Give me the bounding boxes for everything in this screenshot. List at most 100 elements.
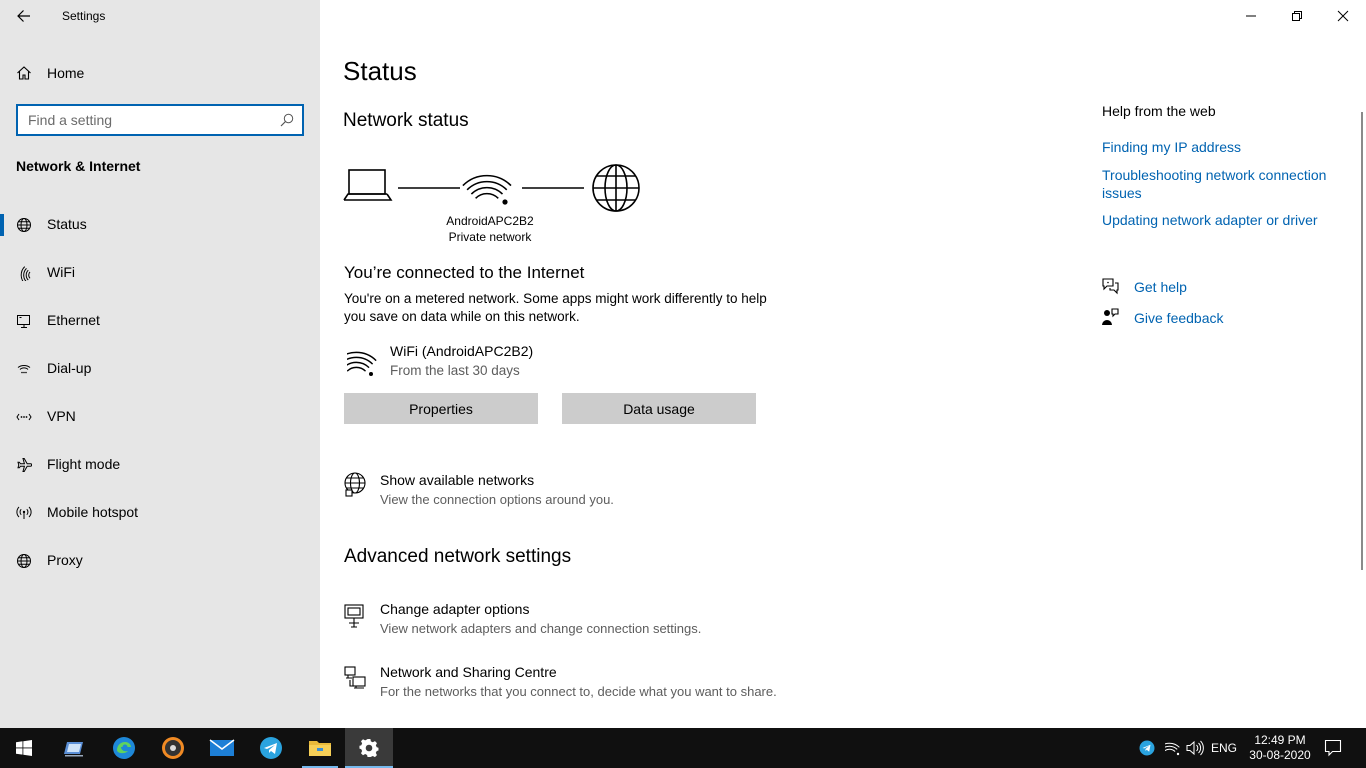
- internet-globe-icon: [592, 164, 640, 212]
- taskbar-file-explorer[interactable]: [296, 728, 344, 768]
- sidebar-item-dial-up[interactable]: Dial-up: [0, 349, 320, 389]
- network-sharing-centre-desc: For the networks that you connect to, de…: [380, 684, 777, 699]
- minimize-button[interactable]: [1228, 0, 1274, 32]
- clock-time: 12:49 PM: [1254, 733, 1306, 747]
- search-icon[interactable]: [280, 113, 294, 127]
- properties-button[interactable]: Properties: [344, 393, 538, 424]
- taskbar-app-1[interactable]: [51, 728, 99, 768]
- laptop-icon: [343, 169, 393, 201]
- mail-icon: [209, 739, 235, 756]
- wifi-icon: [347, 351, 377, 376]
- change-adapter-options-link[interactable]: Change adapter options: [380, 601, 529, 617]
- globe-icon: [17, 554, 31, 568]
- sidebar-item-flight-mode[interactable]: Flight mode: [0, 445, 320, 485]
- help-link-ip-address[interactable]: Finding my IP address: [1102, 138, 1241, 156]
- connected-heading: You’re connected to the Internet: [344, 263, 585, 282]
- get-help-icon: [1102, 278, 1119, 295]
- action-center-button[interactable]: [1318, 728, 1348, 768]
- sidebar-item-label: VPN: [47, 408, 76, 424]
- search-input[interactable]: [28, 111, 278, 129]
- globe-icon: [17, 218, 31, 232]
- wifi-signal-icon: [462, 174, 512, 205]
- taskbar-mail[interactable]: [198, 728, 246, 768]
- tray-wifi[interactable]: [1162, 728, 1184, 768]
- volume-icon: [1186, 740, 1204, 756]
- help-title: Help from the web: [1102, 103, 1216, 119]
- network-type: Private network: [448, 230, 532, 244]
- dial-up-icon: [17, 364, 31, 374]
- telegram-icon: [260, 737, 282, 759]
- sidebar-item-home[interactable]: Home: [0, 56, 320, 90]
- tray-telegram[interactable]: [1136, 728, 1158, 768]
- taskbar-telegram[interactable]: [247, 728, 295, 768]
- sidebar-item-label: Mobile hotspot: [47, 504, 139, 520]
- minimize-icon: [1246, 15, 1256, 17]
- connection-period: From the last 30 days: [390, 363, 520, 378]
- vpn-icon: [16, 413, 32, 421]
- help-link-update-driver[interactable]: Updating network adapter or driver: [1102, 211, 1318, 229]
- sidebar-item-ethernet[interactable]: Ethernet: [0, 301, 320, 341]
- change-adapter-options-desc: View network adapters and change connect…: [380, 621, 702, 636]
- language-indicator: ENG: [1210, 741, 1237, 755]
- search-box[interactable]: [16, 104, 304, 136]
- sidebar-item-proxy[interactable]: Proxy: [0, 541, 320, 581]
- notification-icon: [1324, 739, 1342, 757]
- gear-icon: [359, 738, 379, 758]
- back-arrow-icon: [17, 10, 30, 22]
- telegram-tray-icon: [1139, 740, 1155, 756]
- close-button[interactable]: [1320, 0, 1366, 32]
- taskbar-settings[interactable]: [345, 728, 393, 768]
- adapter-options-icon: [344, 604, 364, 628]
- back-button[interactable]: [8, 0, 40, 32]
- give-feedback-icon: [1102, 308, 1119, 325]
- clock-date: 30-08-2020: [1249, 748, 1311, 762]
- sidebar-item-home-label: Home: [47, 65, 85, 81]
- available-networks-icon: [344, 472, 366, 497]
- metered-description: You're on a metered network. Some apps m…: [344, 291, 767, 324]
- home-icon: [17, 66, 31, 80]
- sidebar-item-label: Proxy: [47, 552, 83, 568]
- folder-icon: [309, 741, 331, 756]
- give-feedback-link[interactable]: Give feedback: [1134, 309, 1224, 327]
- taskbar-edge[interactable]: [100, 728, 148, 768]
- taskbar-media-app[interactable]: [149, 728, 197, 768]
- page-title: Status: [343, 56, 417, 86]
- show-available-networks-desc: View the connection options around you.: [380, 492, 614, 507]
- close-icon: [1337, 10, 1349, 22]
- windows-logo-icon: [16, 740, 32, 756]
- sidebar-item-vpn[interactable]: VPN: [0, 397, 320, 437]
- ethernet-icon: [17, 315, 30, 328]
- wifi-tray-icon: [1165, 742, 1180, 756]
- airplane-icon: [17, 458, 32, 472]
- tray-language[interactable]: ENG: [1208, 728, 1240, 768]
- sidebar-item-label: Ethernet: [47, 312, 100, 328]
- sharing-centre-icon: [344, 666, 366, 689]
- data-usage-button[interactable]: Data usage: [562, 393, 756, 424]
- connection-name: WiFi (AndroidAPC2B2): [390, 343, 534, 359]
- network-sharing-centre-link[interactable]: Network and Sharing Centre: [380, 664, 557, 680]
- restore-button[interactable]: [1274, 0, 1320, 32]
- network-name: AndroidAPC2B2: [446, 214, 534, 228]
- get-help-link[interactable]: Get help: [1134, 278, 1187, 296]
- section-title: Network & Internet: [16, 158, 141, 174]
- sidebar-item-label: Dial-up: [47, 360, 92, 376]
- start-button[interactable]: [0, 728, 48, 768]
- app-title: Settings: [62, 9, 106, 23]
- tray-volume[interactable]: [1184, 728, 1206, 768]
- sidebar-item-status[interactable]: Status: [0, 205, 320, 245]
- taskbar: ENG 12:49 PM 30-08-2020: [0, 728, 1366, 768]
- network-label: AndroidAPC2B2 Private network: [430, 213, 550, 245]
- help-link-troubleshooting[interactable]: Troubleshooting network connection issue…: [1102, 166, 1342, 202]
- sidebar-item-label: Status: [47, 216, 87, 232]
- sidebar: Settings Home Network & Internet Status …: [0, 0, 320, 728]
- sidebar-item-label: WiFi: [47, 264, 75, 280]
- sidebar-item-wifi[interactable]: WiFi: [0, 253, 320, 293]
- media-player-icon: [162, 737, 184, 759]
- sidebar-item-mobile-hotspot[interactable]: Mobile hotspot: [0, 493, 320, 533]
- taskbar-clock[interactable]: 12:49 PM 30-08-2020: [1238, 733, 1322, 763]
- wifi-icon: [20, 266, 31, 281]
- restore-icon: [1292, 11, 1302, 21]
- scrollbar[interactable]: [1361, 112, 1363, 570]
- show-available-networks-link[interactable]: Show available networks: [380, 472, 534, 488]
- hotspot-icon: [16, 506, 32, 519]
